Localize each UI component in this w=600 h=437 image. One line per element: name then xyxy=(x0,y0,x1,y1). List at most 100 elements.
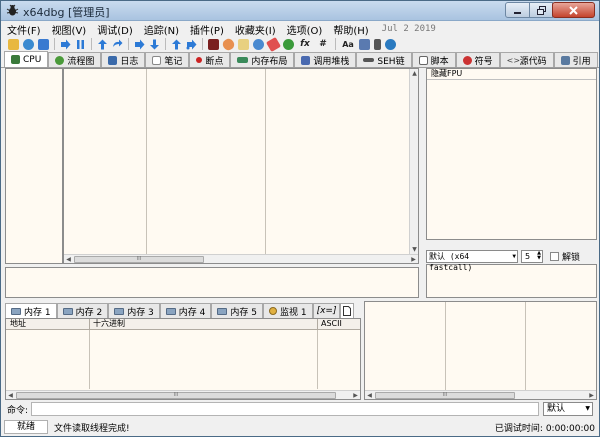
menu-file[interactable]: 文件(F) xyxy=(7,22,41,37)
tab-source[interactable]: <> 源代码 xyxy=(499,52,554,67)
column-divider xyxy=(445,302,446,390)
step-over-icon[interactable] xyxy=(112,39,123,50)
toolbar-separator xyxy=(202,38,203,50)
maximize-button[interactable] xyxy=(529,2,553,18)
fx-icon[interactable]: fx xyxy=(298,39,312,50)
tab-dump-1[interactable]: 内存 1 xyxy=(5,303,57,318)
menu-view[interactable]: 视图(V) xyxy=(52,22,87,37)
tab-watch-1[interactable]: 监视 1 xyxy=(262,303,313,318)
tab-label: 笔记 xyxy=(164,56,183,67)
tab-label: 符号 xyxy=(474,56,493,67)
tab-label: 断点 xyxy=(205,56,224,67)
trace-into-icon[interactable] xyxy=(171,39,182,50)
pause-icon[interactable] xyxy=(75,39,86,50)
scroll-left-icon[interactable]: ◀ xyxy=(365,391,374,400)
label-icon[interactable] xyxy=(265,36,282,52)
scroll-left-icon[interactable]: ◀ xyxy=(64,255,73,264)
tab-seh[interactable]: SEH链 xyxy=(356,52,412,67)
registers-view[interactable]: 隐藏FPU xyxy=(426,68,597,240)
chevron-down-icon: ▼ xyxy=(585,405,590,412)
scroll-thumb[interactable]: lll xyxy=(74,256,204,263)
memory-map-icon xyxy=(237,57,249,63)
step-into-icon[interactable] xyxy=(97,39,108,50)
comment-icon[interactable] xyxy=(253,38,264,50)
unlock-checkbox[interactable] xyxy=(550,251,559,261)
cpu-icon xyxy=(11,55,20,64)
scroll-right-icon[interactable]: ▶ xyxy=(351,391,360,400)
references-icon xyxy=(560,55,570,65)
breakpoint-icon xyxy=(196,57,203,63)
open-icon[interactable] xyxy=(8,38,19,50)
globe-icon[interactable] xyxy=(385,38,396,50)
run-icon[interactable] xyxy=(60,39,71,50)
disassembly-view[interactable]: ◀ lll ▶ ▲ ▼ xyxy=(63,68,419,264)
bookmark-icon[interactable] xyxy=(283,38,294,50)
sidebar-branch-view[interactable] xyxy=(5,68,63,264)
dump-view[interactable]: 地址 十六进制 ASCII ◀ lll ▶ xyxy=(5,318,361,400)
tab-label: SEH链 xyxy=(377,56,405,67)
dump-hscroll[interactable]: ◀ lll ▶ xyxy=(6,390,360,399)
column-ascii: ASCII xyxy=(321,319,342,328)
tab-breakpoints[interactable]: 断点 xyxy=(189,52,231,67)
animate-icon[interactable] xyxy=(220,36,237,52)
tab-dump-3[interactable]: 内存 3 xyxy=(108,303,160,318)
close-button[interactable] xyxy=(552,2,595,18)
tab-dump-4[interactable]: 内存 4 xyxy=(159,303,212,318)
minimize-icon xyxy=(514,11,521,14)
memory-icon[interactable] xyxy=(374,38,381,50)
arg-count-spinner[interactable]: 5 ▲ ▼ xyxy=(521,249,543,263)
menu-options[interactable]: 选项(O) xyxy=(287,22,323,37)
menu-help[interactable]: 帮助(H) xyxy=(333,22,368,37)
command-mode-select[interactable]: 默认 ▼ xyxy=(543,402,593,416)
stack-view[interactable]: ◀ lll ▶ xyxy=(364,301,597,400)
tab-dump-2[interactable]: 内存 2 xyxy=(56,303,109,318)
calling-convention-select[interactable]: 默认 (x64 fastcall) ▼ xyxy=(426,249,518,272)
command-input[interactable] xyxy=(31,402,539,416)
patch-icon[interactable] xyxy=(238,38,249,50)
execute-till-return-icon[interactable] xyxy=(208,38,219,50)
column-divider xyxy=(525,302,526,390)
run-to-user-icon[interactable] xyxy=(134,39,145,50)
restart-icon[interactable] xyxy=(23,38,34,50)
tab-label: 调用堆栈 xyxy=(313,56,350,67)
command-mode-value: 默认 xyxy=(547,404,566,414)
menu-plugins[interactable]: 插件(P) xyxy=(190,22,224,37)
calculator-icon[interactable] xyxy=(359,38,370,50)
tab-log[interactable]: 日志 xyxy=(101,52,146,67)
tab-script[interactable]: 脚本 xyxy=(411,52,456,67)
disassembly-hscroll[interactable]: ◀ lll ▶ xyxy=(64,254,418,263)
font-icon[interactable]: Aa xyxy=(341,39,355,50)
menu-trace[interactable]: 追踪(N) xyxy=(144,22,179,37)
tab-dump-5[interactable]: 内存 5 xyxy=(211,303,263,318)
disassembly-vscroll[interactable]: ▲ ▼ xyxy=(409,69,418,254)
tab-graph[interactable]: 流程图 xyxy=(48,52,102,67)
toolbar-separator xyxy=(91,38,92,50)
stack-hscroll[interactable]: ◀ lll ▶ xyxy=(365,390,596,399)
scroll-up-icon[interactable]: ▲ xyxy=(410,69,419,78)
minimize-button[interactable] xyxy=(505,2,530,18)
tab-call-stack[interactable]: 调用堆栈 xyxy=(294,52,357,67)
title-bar[interactable]: x64dbg [管理员] xyxy=(1,1,599,21)
step-out-icon[interactable] xyxy=(149,39,160,50)
tab-references[interactable]: 引用 xyxy=(553,52,598,67)
scroll-right-icon[interactable]: ▶ xyxy=(409,255,418,264)
tab-label: 源代码 xyxy=(519,56,547,67)
trace-over-icon[interactable] xyxy=(186,39,197,50)
menu-favourites[interactable]: 收藏夹(I) xyxy=(235,22,276,37)
scroll-left-icon[interactable]: ◀ xyxy=(6,391,15,400)
tab-cpu[interactable]: CPU xyxy=(4,51,49,67)
tab-overflow-button[interactable] xyxy=(340,303,355,318)
column-divider xyxy=(146,69,147,255)
hash-icon[interactable]: # xyxy=(316,39,330,50)
stop-icon[interactable] xyxy=(38,38,49,50)
tab-memory-map[interactable]: 内存布局 xyxy=(230,52,295,67)
menu-debug[interactable]: 调试(D) xyxy=(97,22,133,37)
scroll-thumb[interactable]: lll xyxy=(375,392,515,399)
scroll-thumb[interactable]: lll xyxy=(16,392,336,399)
scroll-right-icon[interactable]: ▶ xyxy=(587,391,596,400)
tab-locals[interactable]: [x=] xyxy=(312,303,341,318)
scroll-down-icon[interactable]: ▼ xyxy=(410,245,419,254)
hide-fpu-toggle[interactable]: 隐藏FPU xyxy=(427,69,596,80)
tab-symbols[interactable]: 符号 xyxy=(455,52,500,67)
tab-notes[interactable]: 笔记 xyxy=(145,52,190,67)
